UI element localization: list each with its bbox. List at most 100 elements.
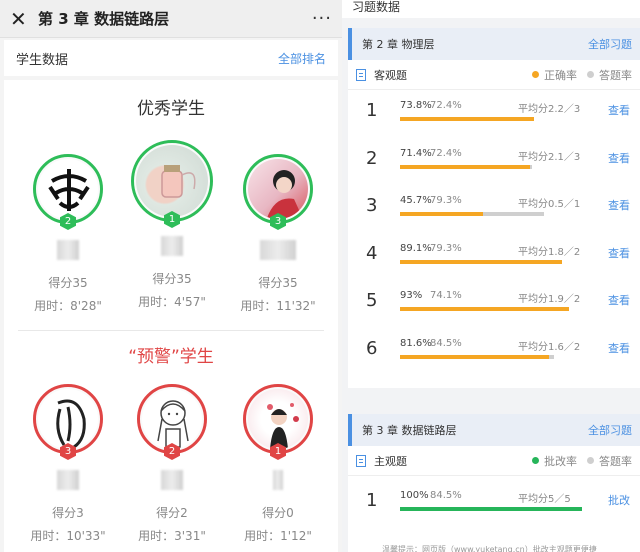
correct-rate-bar	[400, 164, 530, 169]
progress-track	[400, 307, 582, 311]
view-button[interactable]: 查看	[608, 102, 630, 118]
question-number: 5	[366, 290, 378, 311]
excellent-student-1[interactable]: 1 得分35 用时：4'57"	[122, 140, 222, 310]
chapter-2-card: 第 2 章 物理层 全部习题 客观题 正确率 答题率 1 73.8% 72.4% 平均…	[348, 28, 640, 388]
correct-rate: 100%	[400, 490, 429, 501]
question-number: 3	[366, 195, 378, 216]
view-button[interactable]: 查看	[608, 340, 630, 356]
all-rank-link[interactable]: 全部排名	[278, 50, 326, 67]
student-score: 得分3	[52, 506, 84, 520]
question-number: 2	[366, 147, 378, 169]
avatar: 1	[243, 384, 313, 460]
question-row: 4 89.1% 79.3% 平均分1.8／2 查看	[348, 235, 640, 283]
warning-student-3[interactable]: 3 得分3 用时：10'33"	[18, 384, 118, 544]
average-score: 平均分1.6／2	[518, 341, 581, 353]
question-number: 6	[366, 337, 378, 359]
answer-rate: 84.5%	[430, 337, 462, 349]
jar-photo-icon	[161, 165, 196, 198]
student-score: 得分35	[48, 276, 88, 290]
view-button[interactable]: 查看	[608, 197, 630, 213]
all-exercises-link[interactable]: 全部习题	[588, 36, 632, 52]
more-icon[interactable]: ···	[312, 8, 332, 29]
answer-rate: 84.5%	[430, 490, 462, 501]
hair-sketch-avatar-icon	[56, 399, 86, 449]
student-time: 用时：11'32"	[240, 299, 316, 313]
correct-rate-bar	[400, 354, 549, 359]
question-type-row: 主观题 批改率 答题率	[348, 446, 640, 476]
blurred-name	[57, 240, 79, 260]
warning-student-1[interactable]: 1 得分0 用时：1'12"	[228, 384, 328, 544]
student-time: 用时：10'33"	[30, 529, 106, 543]
chapter-header: 第 2 章 物理层 全部习题	[348, 28, 640, 60]
orange-dot-icon	[532, 71, 539, 78]
document-icon	[356, 454, 366, 467]
answer-rate: 72.4%	[430, 147, 462, 159]
anime-avatar-icon	[266, 170, 304, 219]
answer-rate: 79.3%	[430, 195, 462, 206]
blurred-name	[260, 240, 296, 260]
top-bar: ✕ 第 3 章 数据链路层 ···	[0, 0, 342, 38]
document-icon	[356, 68, 366, 81]
view-button[interactable]: 查看	[608, 245, 630, 261]
section-divider	[18, 330, 324, 331]
view-button[interactable]: 查看	[608, 150, 630, 166]
excellent-student-2[interactable]: 2 得分35 用时：8'28"	[18, 154, 118, 314]
view-button[interactable]: 批改	[608, 492, 630, 508]
exercise-data-header: 习题数据	[342, 0, 640, 18]
correct-rate-bar	[400, 507, 582, 511]
question-list: 1 100% 84.5% 平均分5／5 批改	[348, 476, 640, 530]
blurred-name	[57, 470, 79, 490]
average-score: 平均分5／5	[518, 494, 571, 505]
correct-rate: 93%	[400, 290, 423, 301]
question-row: 5 93% 74.1% 平均分1.9／2 查看	[348, 282, 640, 330]
student-score: 得分35	[152, 272, 192, 286]
question-row: 3 45.7% 79.3% 平均分0.5／1 查看	[348, 187, 640, 235]
legend-answered: 答题率	[587, 453, 632, 469]
student-time: 用时：1'12"	[244, 529, 312, 543]
blurred-name	[161, 470, 183, 490]
progress-track	[400, 507, 582, 511]
chapter-header: 第 3 章 数据链路层 全部习题	[348, 414, 640, 446]
average-score: 平均分2.1／3	[518, 151, 581, 163]
avatar: 2	[33, 154, 103, 230]
gray-dot-icon	[587, 71, 594, 78]
question-number: 1	[366, 490, 378, 511]
student-data-label: 学生数据	[16, 52, 69, 68]
progress-track	[400, 259, 582, 264]
excellent-student-3[interactable]: 3 得分35 用时：11'32"	[228, 154, 328, 314]
correct-rate: 73.8%	[400, 100, 432, 111]
avatar: 1	[131, 140, 213, 228]
answer-rate: 72.4%	[430, 100, 462, 111]
question-list: 1 73.8% 72.4% 平均分2.2／3 查看 2 71.4% 72.4% 平均分2.1／3…	[348, 90, 640, 377]
average-score: 平均分0.5／1	[518, 199, 581, 210]
correct-rate: 45.7%	[400, 195, 432, 206]
avatar: 3	[243, 154, 313, 230]
student-score: 得分0	[262, 506, 294, 520]
average-score: 平均分1.9／2	[518, 294, 581, 305]
green-dot-icon	[532, 457, 539, 464]
student-time: 用时：8'28"	[34, 299, 102, 313]
calligraphy-avatar-icon	[48, 169, 90, 211]
close-icon[interactable]: ✕	[10, 7, 34, 31]
progress-track	[400, 354, 582, 359]
correct-rate: 81.6%	[400, 337, 432, 349]
answer-rate: 74.1%	[430, 290, 462, 301]
student-score: 得分35	[258, 276, 298, 290]
question-row: 6 81.6% 84.5% 平均分1.6／2 查看	[348, 330, 640, 378]
avatar: 2	[137, 384, 207, 460]
warning-student-2[interactable]: 2 得分2 用时：3'31"	[122, 384, 222, 544]
question-type-label: 主观题	[374, 454, 407, 468]
view-button[interactable]: 查看	[608, 292, 630, 308]
all-exercises-link[interactable]: 全部习题	[588, 422, 632, 438]
warning-students-title: “预警”学生	[128, 347, 214, 367]
gray-dot-icon	[587, 457, 594, 464]
avatar: 3	[33, 384, 103, 460]
average-score: 平均分2.2／3	[518, 104, 581, 115]
progress-track	[400, 117, 582, 121]
chapter-title: 第 3 章 数据链路层	[362, 424, 457, 437]
excellent-students-title: 优秀学生	[137, 99, 205, 119]
answer-rate: 79.3%	[430, 242, 462, 254]
student-data-header: 学生数据 全部排名	[4, 40, 338, 76]
exercise-data-pane: 习题数据 第 2 章 物理层 全部习题 客观题 正确率 答题率 1 73.8% 72…	[342, 0, 640, 552]
correct-rate-bar	[400, 259, 563, 264]
